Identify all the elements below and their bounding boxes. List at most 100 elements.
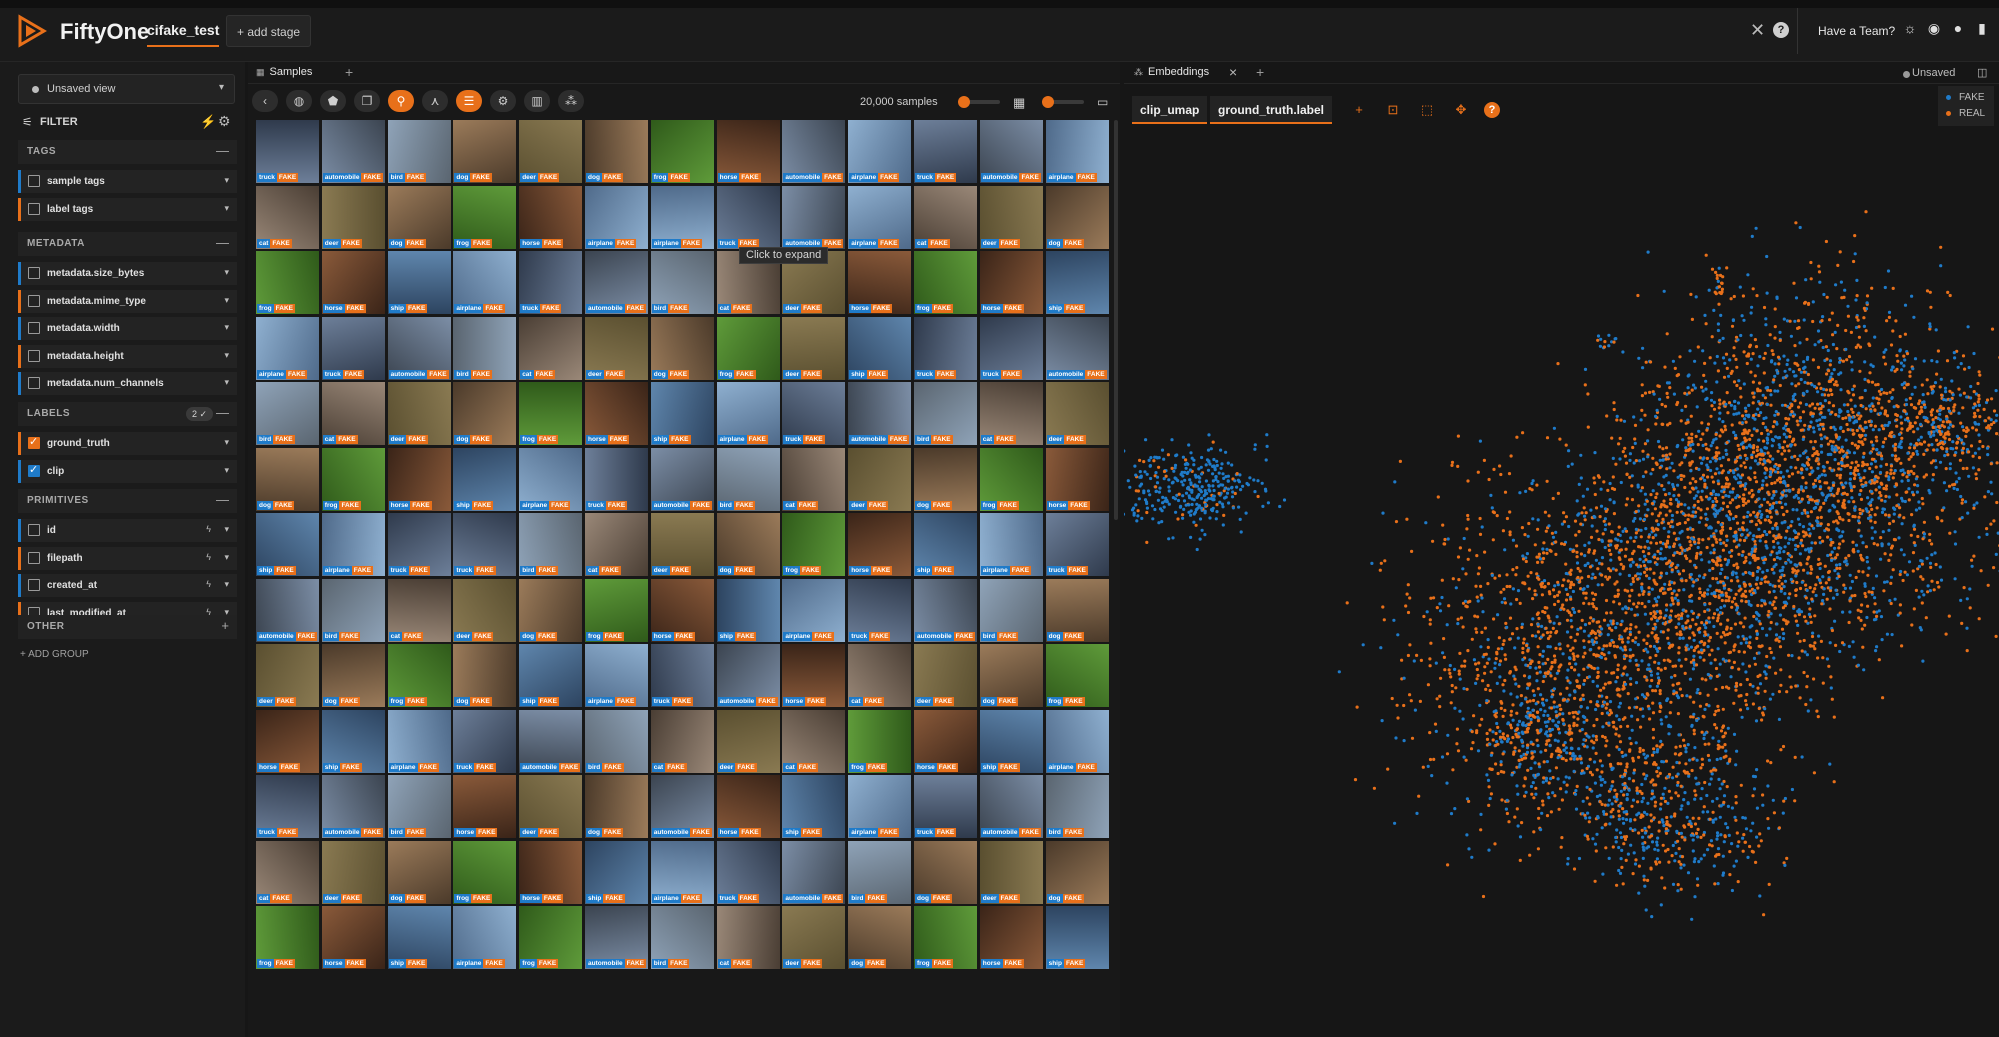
embedding-point[interactable] xyxy=(1541,633,1545,637)
embedding-point[interactable] xyxy=(1566,857,1570,861)
embedding-point[interactable] xyxy=(1634,681,1639,685)
embedding-point[interactable] xyxy=(1778,613,1782,617)
embedding-point[interactable] xyxy=(1835,473,1839,477)
embedding-point[interactable] xyxy=(1716,328,1720,333)
embedding-point[interactable] xyxy=(1560,542,1564,546)
embedding-point[interactable] xyxy=(1531,517,1535,521)
embedding-point[interactable] xyxy=(1645,641,1649,646)
embedding-point[interactable] xyxy=(1518,601,1522,606)
embedding-point[interactable] xyxy=(1712,624,1716,629)
embedding-point[interactable] xyxy=(1641,592,1645,596)
embedding-point[interactable] xyxy=(1689,715,1693,719)
embedding-point[interactable] xyxy=(1870,507,1874,511)
sample-tile[interactable]: ship FAKE xyxy=(1045,251,1109,314)
embedding-point[interactable] xyxy=(1723,424,1727,428)
embedding-point[interactable] xyxy=(1493,713,1497,717)
embedding-point[interactable] xyxy=(1582,645,1586,650)
sample-tile[interactable]: truck FAKE xyxy=(716,185,780,249)
embedding-point[interactable] xyxy=(1591,572,1595,576)
section-metadata[interactable]: METADATA — xyxy=(18,232,237,256)
embedding-point[interactable] xyxy=(1529,717,1533,722)
embedding-point[interactable] xyxy=(1860,603,1864,607)
embedding-point[interactable] xyxy=(1489,792,1493,796)
embedding-point[interactable] xyxy=(1892,405,1896,409)
embedding-point[interactable] xyxy=(1476,572,1480,576)
embedding-point[interactable] xyxy=(1790,654,1794,658)
embedding-point[interactable] xyxy=(1503,601,1507,605)
embedding-point[interactable] xyxy=(1792,281,1796,285)
embedding-point[interactable] xyxy=(1575,723,1579,727)
embedding-point[interactable] xyxy=(1485,773,1489,777)
embedding-point[interactable] xyxy=(1453,807,1457,811)
embedding-point[interactable] xyxy=(1734,514,1738,519)
embedding-point[interactable] xyxy=(1721,548,1725,552)
embedding-point[interactable] xyxy=(1835,566,1839,570)
field-checkbox[interactable] xyxy=(28,175,40,187)
embedding-point[interactable] xyxy=(1531,689,1535,693)
embedding-point[interactable] xyxy=(1379,646,1383,650)
embedding-point[interactable] xyxy=(1500,647,1504,651)
embedding-point[interactable] xyxy=(1405,517,1409,521)
sample-tile[interactable]: horse FAKE xyxy=(1045,447,1109,511)
embedding-point[interactable] xyxy=(1535,671,1539,675)
embedding-point[interactable] xyxy=(1552,426,1556,430)
embedding-point[interactable] xyxy=(1856,608,1860,612)
embedding-point[interactable] xyxy=(1716,479,1720,483)
embedding-point[interactable] xyxy=(1936,349,1940,353)
embedding-point[interactable] xyxy=(1410,549,1414,553)
embedding-point[interactable] xyxy=(1776,466,1780,471)
embedding-point[interactable] xyxy=(1854,543,1859,547)
embedding-point[interactable] xyxy=(1852,421,1856,425)
embedding-point[interactable] xyxy=(1796,517,1801,521)
embedding-point[interactable] xyxy=(1703,573,1707,577)
embedding-point[interactable] xyxy=(1764,540,1768,544)
discord-icon[interactable]: ◉ xyxy=(1926,20,1942,36)
embedding-point[interactable] xyxy=(1867,342,1871,346)
embedding-point[interactable] xyxy=(1804,486,1808,490)
embedding-point[interactable] xyxy=(1714,726,1719,730)
embedding-point[interactable] xyxy=(1549,674,1553,678)
embedding-point[interactable] xyxy=(1706,422,1711,426)
embedding-point[interactable] xyxy=(1854,575,1858,580)
embedding-point[interactable] xyxy=(1478,703,1482,708)
sample-tile[interactable]: frog FAKE xyxy=(321,447,385,511)
embedding-point[interactable] xyxy=(1515,784,1519,788)
embedding-point[interactable] xyxy=(1547,616,1551,620)
embedding-point[interactable] xyxy=(1853,404,1857,408)
embedding-point[interactable] xyxy=(1701,714,1705,718)
sample-tile[interactable]: bird FAKE xyxy=(387,775,451,838)
embedding-point[interactable] xyxy=(1677,622,1681,626)
embedding-point[interactable] xyxy=(1909,455,1913,459)
embedding-point[interactable] xyxy=(1703,707,1707,712)
list-view-button[interactable]: ☰ xyxy=(456,90,482,112)
embedding-point[interactable] xyxy=(1873,602,1877,606)
embedding-point[interactable] xyxy=(1877,658,1881,662)
embedding-point[interactable] xyxy=(1767,590,1771,594)
embedding-point[interactable] xyxy=(1571,711,1575,715)
embedding-point[interactable] xyxy=(1728,358,1732,362)
embedding-point[interactable] xyxy=(1503,678,1507,683)
embedding-point[interactable] xyxy=(1841,416,1845,421)
embedding-point[interactable] xyxy=(1817,462,1821,466)
sample-tile[interactable]: truck FAKE xyxy=(914,120,977,183)
embedding-point[interactable] xyxy=(1738,386,1742,390)
embedding-point[interactable] xyxy=(1618,740,1623,744)
embedding-point[interactable] xyxy=(1572,654,1576,659)
embedding-point[interactable] xyxy=(1783,579,1788,583)
embedding-point[interactable] xyxy=(1498,464,1502,468)
embedding-point[interactable] xyxy=(1537,616,1541,621)
embedding-point[interactable] xyxy=(1948,531,1952,535)
embedding-point[interactable] xyxy=(1908,370,1912,374)
embedding-point[interactable] xyxy=(1676,400,1680,405)
embedding-point[interactable] xyxy=(1548,744,1552,748)
embedding-point[interactable] xyxy=(1655,599,1659,604)
embedding-point[interactable] xyxy=(1740,314,1744,318)
embedding-point[interactable] xyxy=(1774,410,1778,414)
embedding-point[interactable] xyxy=(1432,757,1436,762)
embedding-point[interactable] xyxy=(1587,640,1591,644)
embedding-point[interactable] xyxy=(1643,502,1647,506)
embedding-point[interactable] xyxy=(1695,551,1699,556)
embedding-point[interactable] xyxy=(1558,712,1562,716)
chevron-down-icon[interactable]: ▾ xyxy=(224,350,229,361)
embedding-point[interactable] xyxy=(1928,322,1932,326)
